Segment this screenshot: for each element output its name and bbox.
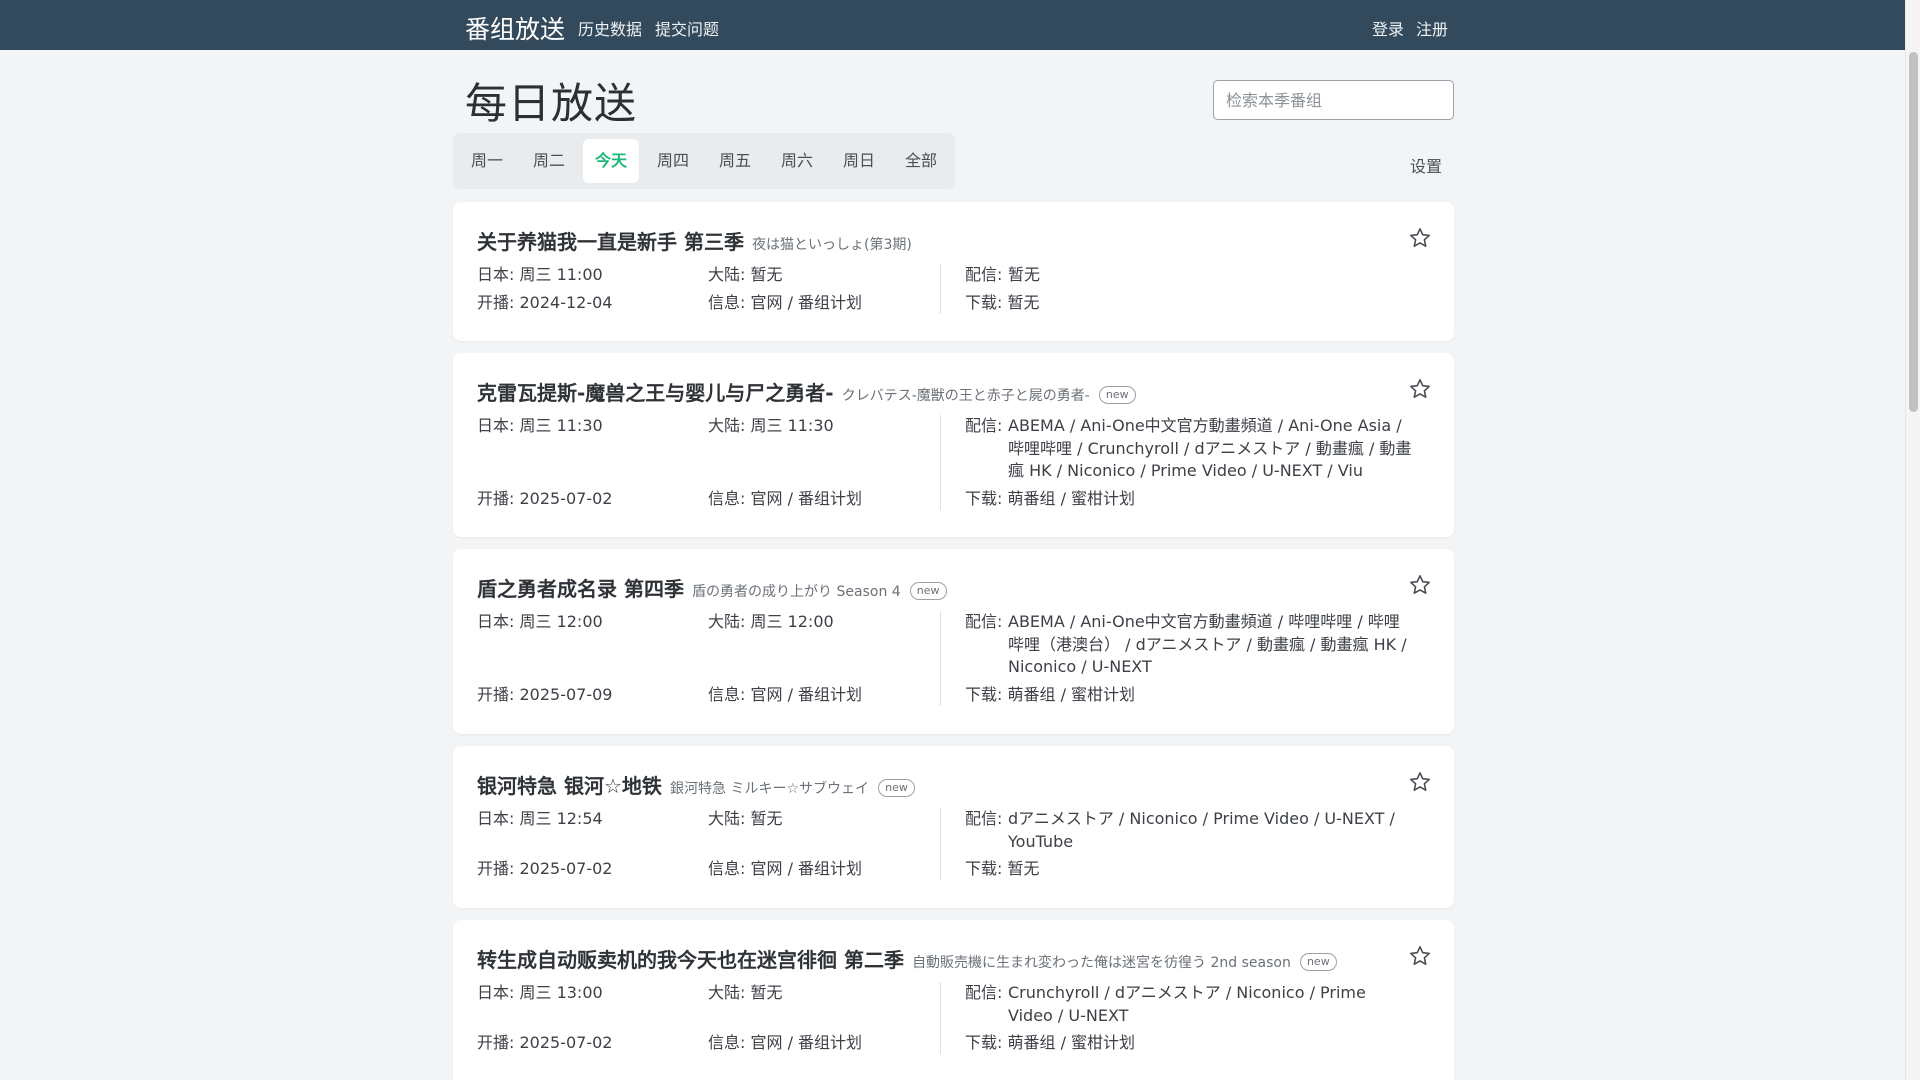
show-original-title: 自動販売機に生まれ変わった俺は迷宮を彷徨う 2nd season	[912, 955, 1291, 971]
download-links[interactable]: 下载: 萌番组 / 蜜柑计划	[965, 488, 1135, 511]
streaming-links[interactable]: ABEMA / Ani-One中文官方動畫頻道 / 哔哩哔哩 / 哔哩哔哩（港澳…	[1008, 611, 1413, 679]
show-original-title: 夜は猫といっしょ(第3期)	[752, 237, 912, 253]
nav-link-history[interactable]: 历史数据	[578, 16, 642, 40]
show-title-row: 银河特急 银河☆地铁 銀河特急 ミルキー☆サブウェイ new	[477, 770, 915, 799]
scrollbar-thumb[interactable]	[1909, 52, 1918, 412]
mainland-airtime: 大陆: 周三 12:00	[708, 612, 834, 631]
favorite-star-icon[interactable]	[1408, 377, 1432, 401]
column-divider	[940, 982, 941, 1054]
japan-airtime: 日本: 周三 11:00	[477, 265, 603, 284]
premiere-date: 开播: 2025-07-02	[477, 1033, 613, 1052]
show-card: 盾之勇者成名录 第四季 盾の勇者の成り上がり Season 4 new 日本: …	[453, 549, 1454, 734]
new-badge: new	[878, 779, 915, 797]
favorite-star-icon[interactable]	[1408, 226, 1432, 250]
show-card: 克雷瓦提斯-魔兽之王与婴儿与尸之勇者- クレバテス-魔獣の王と赤子と屍の勇者- …	[453, 353, 1454, 537]
tab-all[interactable]: 全部	[893, 139, 949, 183]
tab-today[interactable]: 今天	[583, 139, 639, 183]
mainland-airtime: 大陆: 暂无	[708, 265, 783, 284]
japan-airtime: 日本: 周三 12:00	[477, 612, 603, 631]
column-divider	[940, 808, 941, 880]
show-card: 关于养猫我一直是新手 第三季 夜は猫といっしょ(第3期) 日本: 周三 11:0…	[453, 202, 1454, 341]
brand-logo[interactable]: 番组放送	[465, 10, 565, 46]
info-links[interactable]: 信息: 官网 / 番组计划	[708, 292, 862, 315]
new-badge: new	[1098, 386, 1136, 404]
register-link[interactable]: 注册	[1416, 16, 1448, 40]
download-links[interactable]: 下载: 暂无	[965, 292, 1040, 315]
page-title: 每日放送	[465, 79, 638, 128]
tab-friday[interactable]: 周五	[707, 139, 763, 183]
favorite-star-icon[interactable]	[1408, 573, 1432, 597]
favorite-star-icon[interactable]	[1408, 770, 1432, 794]
premiere-date: 开播: 2025-07-09	[477, 684, 613, 704]
mainland-airtime: 大陆: 暂无	[708, 809, 783, 828]
download-links[interactable]: 下载: 萌番组 / 蜜柑计划	[965, 684, 1135, 707]
info-links[interactable]: 信息: 官网 / 番组计划	[708, 858, 862, 881]
show-title-row: 盾之勇者成名录 第四季 盾の勇者の成り上がり Season 4 new	[477, 573, 947, 602]
streaming-links[interactable]: 暂无	[1008, 264, 1413, 287]
show-title-row: 克雷瓦提斯-魔兽之王与婴儿与尸之勇者- クレバテス-魔獣の王と赤子と屍の勇者- …	[477, 377, 1136, 406]
show-card: 转生成自动贩卖机的我今天也在迷宫徘徊 第二季 自動販売機に生まれ変わった俺は迷宮…	[453, 920, 1454, 1080]
info-links[interactable]: 信息: 官网 / 番组计划	[708, 684, 862, 707]
show-original-title: クレバテス-魔獣の王と赤子と屍の勇者-	[841, 388, 1090, 404]
tab-sunday[interactable]: 周日	[831, 139, 887, 183]
streaming-links[interactable]: Crunchyroll / dアニメストア / Niconico / Prime…	[1008, 982, 1413, 1027]
streaming-links[interactable]: dアニメストア / Niconico / Prime Video / U-NEX…	[1008, 808, 1413, 853]
tab-monday[interactable]: 周一	[459, 139, 515, 183]
japan-airtime: 日本: 周三 12:54	[477, 809, 603, 828]
login-link[interactable]: 登录	[1372, 16, 1404, 40]
show-original-title: 銀河特急 ミルキー☆サブウェイ	[670, 781, 870, 797]
premiere-date: 开播: 2024-12-04	[477, 293, 613, 312]
tab-tuesday[interactable]: 周二	[521, 139, 577, 183]
nav-link-submit-issue[interactable]: 提交问题	[655, 16, 719, 40]
mainland-airtime: 大陆: 暂无	[708, 983, 783, 1002]
day-tabs: 周一 周二 今天 周四 周五 周六 周日 全部	[453, 133, 955, 189]
page-scrollbar[interactable]	[1905, 0, 1920, 1080]
tab-thursday[interactable]: 周四	[645, 139, 701, 183]
show-title[interactable]: 转生成自动贩卖机的我今天也在迷宫徘徊 第二季	[477, 948, 904, 972]
japan-airtime: 日本: 周三 13:00	[477, 983, 603, 1002]
column-divider	[940, 611, 941, 706]
download-links[interactable]: 下载: 萌番组 / 蜜柑计划	[965, 1032, 1135, 1055]
show-title[interactable]: 克雷瓦提斯-魔兽之王与婴儿与尸之勇者-	[477, 381, 834, 405]
navbar-inner: 番组放送 历史数据 提交问题 登录 注册	[465, 0, 1448, 50]
premiere-date: 开播: 2025-07-02	[477, 488, 613, 508]
info-links[interactable]: 信息: 官网 / 番组计划	[708, 488, 862, 511]
favorite-star-icon[interactable]	[1408, 944, 1432, 968]
info-links[interactable]: 信息: 官网 / 番组计划	[708, 1032, 862, 1055]
show-title[interactable]: 关于养猫我一直是新手 第三季	[477, 230, 744, 254]
show-title-row: 关于养猫我一直是新手 第三季 夜は猫といっしょ(第3期)	[477, 226, 912, 255]
search-input[interactable]	[1213, 80, 1454, 120]
japan-airtime: 日本: 周三 11:30	[477, 416, 603, 435]
show-original-title: 盾の勇者の成り上がり Season 4	[692, 584, 901, 600]
tab-saturday[interactable]: 周六	[769, 139, 825, 183]
show-title-row: 转生成自动贩卖机的我今天也在迷宫徘徊 第二季 自動販売機に生まれ変わった俺は迷宮…	[477, 944, 1337, 973]
new-badge: new	[1299, 953, 1337, 971]
settings-link[interactable]: 设置	[1410, 153, 1442, 177]
download-links[interactable]: 下载: 暂无	[965, 858, 1040, 881]
top-navbar: 番组放送 历史数据 提交问题 登录 注册	[0, 0, 1905, 50]
streaming-links[interactable]: ABEMA / Ani-One中文官方動畫頻道 / Ani-One Asia /…	[1008, 415, 1413, 483]
mainland-airtime: 大陆: 周三 11:30	[708, 416, 834, 435]
show-card: 银河特急 银河☆地铁 銀河特急 ミルキー☆サブウェイ new 日本: 周三 12…	[453, 746, 1454, 908]
show-title[interactable]: 银河特急 银河☆地铁	[477, 774, 662, 798]
new-badge: new	[909, 582, 947, 600]
premiere-date: 开播: 2025-07-02	[477, 859, 613, 878]
column-divider	[940, 415, 941, 510]
column-divider	[940, 264, 941, 314]
show-title[interactable]: 盾之勇者成名录 第四季	[477, 577, 684, 601]
